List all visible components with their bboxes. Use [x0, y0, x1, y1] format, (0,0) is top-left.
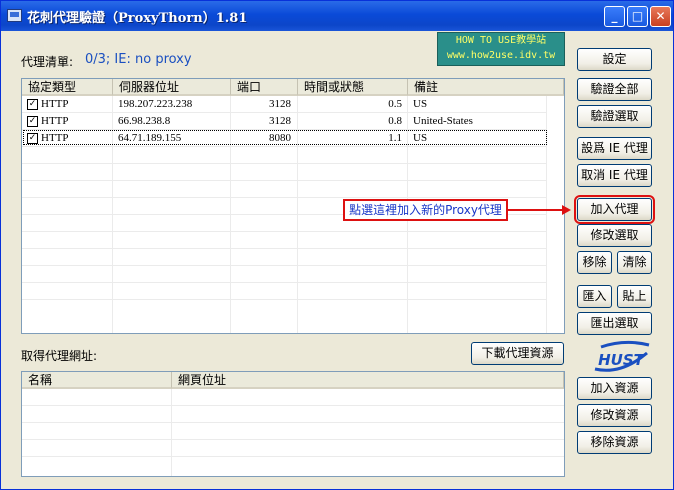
window-title: 花刺代理驗證（ProxyThorn）1.81 — [27, 11, 248, 26]
app-icon — [7, 9, 22, 22]
column-header-note[interactable]: 備註 — [408, 79, 564, 96]
column-header-status[interactable]: 時間或狀態 — [298, 79, 408, 96]
cell-note: US — [413, 132, 428, 144]
edit-resource-button[interactable]: 修改資源 — [577, 404, 652, 427]
clear-button[interactable]: 清除 — [617, 251, 652, 274]
verify-all-button[interactable]: 驗證全部 — [577, 78, 652, 101]
proxy-list-label: 代理清單: — [21, 55, 74, 69]
add-proxy-button[interactable]: 加入代理 — [574, 195, 655, 224]
maximize-button[interactable]: □ — [627, 6, 648, 27]
column-header-protocol[interactable]: 協定類型 — [22, 79, 113, 96]
cell-note: United-States — [413, 115, 473, 127]
watermark: HOW TO USE教學站 www.how2use.idv.tw — [437, 32, 565, 66]
proxy-status: 0/3; IE: no proxy — [85, 52, 192, 67]
annotation-callout: 點選這裡加入新的Proxy代理 — [343, 199, 508, 221]
close-button[interactable]: ✕ — [650, 6, 671, 27]
watermark-line2: www.how2use.idv.tw — [446, 50, 556, 61]
settings-button[interactable]: 設定 — [577, 48, 652, 71]
paste-button[interactable]: 貼上 — [617, 285, 652, 308]
column-header-name[interactable]: 名稱 — [22, 372, 172, 389]
cell-port: 3128 — [269, 98, 291, 110]
column-header-server[interactable]: 伺服器位址 — [113, 79, 231, 96]
cell-server: 198.207.223.238 — [118, 98, 193, 110]
checkbox-checked-icon[interactable]: ✓ — [27, 116, 38, 127]
column-header-url[interactable]: 網頁位址 — [172, 372, 564, 389]
checkbox-checked-icon[interactable]: ✓ — [27, 133, 38, 144]
remove-button[interactable]: 移除 — [577, 251, 612, 274]
cell-protocol: HTTP — [41, 132, 69, 144]
remove-resource-button[interactable]: 移除資源 — [577, 431, 652, 454]
hust-logo: HUST — [594, 340, 650, 372]
source-list-table[interactable]: 名稱 網頁位址 — [21, 371, 565, 477]
annotation-arrow-line — [508, 209, 564, 211]
cell-server: 64.71.189.155 — [118, 132, 182, 144]
cell-status: 0.5 — [388, 98, 402, 110]
watermark-line1: HOW TO USE教學站 — [455, 35, 547, 46]
add-resource-button[interactable]: 加入資源 — [577, 377, 652, 400]
cell-port: 3128 — [269, 115, 291, 127]
cell-port: 8080 — [269, 132, 291, 144]
export-selected-button[interactable]: 匯出選取 — [577, 312, 652, 335]
cancel-ie-proxy-button[interactable]: 取消 IE 代理 — [577, 164, 652, 187]
cell-status: 1.1 — [388, 132, 402, 144]
minimize-button[interactable]: _ — [604, 6, 625, 27]
set-ie-proxy-button[interactable]: 設爲 IE 代理 — [577, 137, 652, 160]
client-area: 代理清單: 0/3; IE: no proxy HOW TO USE教學站 ww… — [5, 31, 669, 487]
cell-status: 0.8 — [388, 115, 402, 127]
download-source-button[interactable]: 下載代理資源 — [471, 342, 564, 365]
cell-protocol: HTTP — [41, 98, 69, 110]
app-window: 花刺代理驗證（ProxyThorn）1.81 _ □ ✕ 代理清單: 0/3; … — [0, 0, 674, 490]
title-bar[interactable]: 花刺代理驗證（ProxyThorn）1.81 _ □ ✕ — [1, 1, 673, 31]
cell-server: 66.98.238.8 — [118, 115, 171, 127]
verify-selected-button[interactable]: 驗證選取 — [577, 105, 652, 128]
checkbox-checked-icon[interactable]: ✓ — [27, 99, 38, 110]
cell-note: US — [413, 98, 428, 110]
cell-protocol: HTTP — [41, 115, 69, 127]
logo-text: HUST — [598, 351, 646, 369]
column-header-port[interactable]: 端口 — [231, 79, 298, 96]
edit-selected-button[interactable]: 修改選取 — [577, 224, 652, 247]
import-button[interactable]: 匯入 — [577, 285, 612, 308]
source-label: 取得代理網址: — [21, 349, 98, 363]
annotation-arrow-icon — [562, 205, 571, 215]
